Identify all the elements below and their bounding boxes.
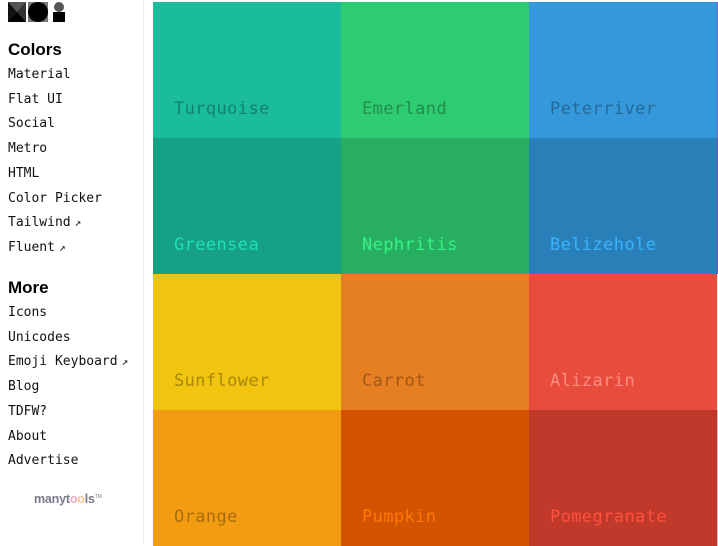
color-swatch-peterriver[interactable]: Peterriver: [529, 2, 717, 138]
color-swatch-greensea[interactable]: Greensea: [153, 138, 341, 274]
swatch-label: Pumpkin: [362, 507, 437, 527]
color-swatch-alizarin[interactable]: Alizarin: [529, 274, 717, 410]
swatch-label: Greensea: [174, 235, 260, 255]
swatch-label: Sunflower: [174, 371, 270, 391]
color-swatch-sunflower[interactable]: Sunflower: [153, 274, 341, 410]
nav-item-label: Material: [8, 67, 71, 82]
color-swatch-belizehole[interactable]: Belizehole: [529, 138, 717, 274]
nav-item-metro[interactable]: Metro: [8, 140, 47, 158]
swatch-label: Nephritis: [362, 235, 458, 255]
nav-item-blog[interactable]: Blog: [8, 378, 39, 396]
swatch-label: Orange: [174, 507, 238, 527]
color-swatch-turquoise[interactable]: Turquoise: [153, 2, 341, 138]
swatch-label: Emerland: [362, 99, 448, 119]
nav-item-label: TDFW?: [8, 403, 48, 419]
trademark: TM: [94, 493, 102, 500]
external-link-icon: ↗: [58, 240, 66, 254]
manytools-logo[interactable]: manytoolsTM: [34, 492, 102, 506]
nav-item-material[interactable]: Material: [8, 66, 71, 84]
swatch-label: Belizehole: [550, 235, 657, 255]
nav-item-label: Metro: [8, 141, 48, 157]
nav-item-label: Flat UI: [8, 91, 63, 107]
section-title-more: More: [8, 278, 49, 297]
nav-item-label: Tailwind: [8, 215, 71, 231]
external-link-icon: ↗: [121, 355, 129, 369]
swatch-label: Peterriver: [550, 99, 657, 119]
color-swatch-nephritis[interactable]: Nephritis: [341, 138, 529, 274]
nav-item-label: Social: [8, 116, 55, 132]
nav-item-label: Color Picker: [8, 190, 102, 206]
nav-item-flat-ui[interactable]: Flat UI: [8, 91, 131, 109]
nav-item-label: Blog: [8, 379, 40, 395]
color-swatch-orange[interactable]: Orange: [153, 410, 341, 546]
sidebar: Colors Material Flat UI Social Metro HTML Colo…: [0, 0, 144, 544]
sponsor-text: manyt: [34, 492, 70, 506]
color-swatch-emerland[interactable]: Emerland: [341, 2, 529, 138]
swatch-label: Alizarin: [550, 371, 636, 391]
nav-item-html[interactable]: HTML: [8, 165, 39, 183]
nav-item-label: Unicodes: [8, 329, 71, 345]
section-title-colors: Colors: [8, 40, 62, 59]
moi-logo-icon[interactable]: [8, 2, 66, 22]
nav-item-icons[interactable]: Icons: [8, 304, 47, 322]
nav-item-label: Fluent: [8, 239, 55, 255]
sponsor-text: ls: [84, 492, 95, 506]
nav-item-label: About: [8, 428, 48, 444]
nav-item-tdfw[interactable]: TDFW?: [8, 403, 47, 421]
nav-item-label: Advertise: [8, 453, 79, 469]
nav-item-tailwind[interactable]: Tailwind ↗: [8, 214, 81, 232]
nav-item-about[interactable]: About: [8, 428, 47, 446]
nav-item-label: Icons: [8, 305, 48, 320]
nav-item-unicodes[interactable]: Unicodes: [8, 329, 71, 347]
nav-item-advertise[interactable]: Advertise: [8, 452, 78, 470]
color-swatch-pomegranate[interactable]: Pomegranate: [529, 410, 717, 546]
sponsor-dot: o: [77, 492, 85, 506]
nav-item-label: Emoji Keyboard: [8, 354, 118, 370]
color-swatch-pumpkin[interactable]: Pumpkin: [341, 410, 529, 546]
swatch-label: Turquoise: [174, 99, 270, 119]
external-link-icon: ↗: [74, 216, 82, 230]
nav-item-color-picker[interactable]: Color Picker: [8, 190, 102, 208]
nav-item-social[interactable]: Social: [8, 115, 55, 133]
nav-item-fluent[interactable]: Fluent ↗: [8, 239, 66, 257]
color-swatch-carrot[interactable]: Carrot: [341, 274, 529, 410]
color-grid: TurquoiseEmerlandPeterriverAmethystGreen…: [153, 2, 718, 546]
nav-item-label: HTML: [8, 165, 40, 181]
nav-item-emoji-keyboard[interactable]: Emoji Keyboard ↗: [8, 353, 128, 371]
swatch-label: Pomegranate: [550, 507, 667, 527]
swatch-label: Carrot: [362, 371, 426, 391]
